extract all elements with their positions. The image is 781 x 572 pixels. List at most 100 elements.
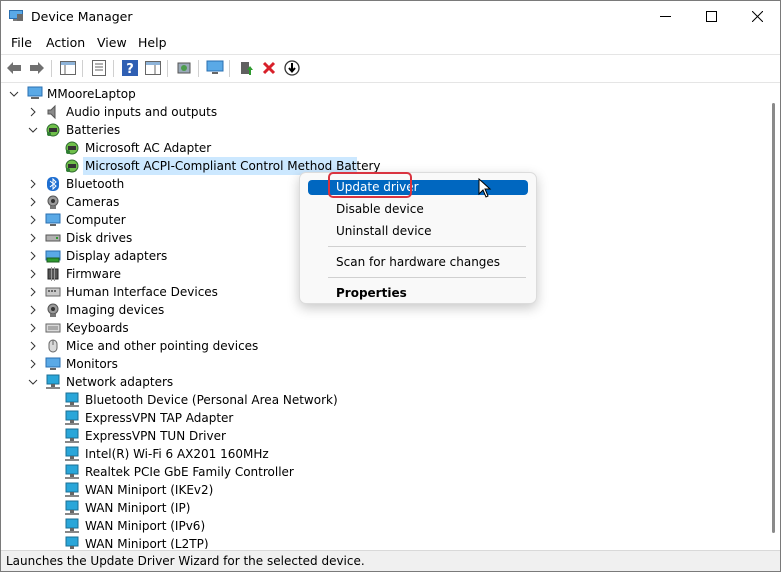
tree-device-label[interactable]: WAN Miniport (IP) bbox=[85, 499, 190, 517]
scan-hardware-icon bbox=[177, 62, 191, 74]
tree-category-label[interactable]: Disk drives bbox=[66, 229, 132, 247]
enable-device-toolbar-button[interactable] bbox=[283, 59, 301, 77]
toolbar-separator bbox=[229, 60, 230, 77]
title-bar: Device Manager bbox=[1, 1, 780, 32]
menu-view[interactable]: View bbox=[97, 35, 127, 50]
network-icon bbox=[65, 428, 79, 443]
expand-chevron[interactable] bbox=[28, 107, 38, 117]
chevron-right-icon bbox=[30, 215, 36, 225]
tree-category-label[interactable]: Network adapters bbox=[66, 373, 173, 391]
help-toolbar-button[interactable]: ? bbox=[121, 59, 139, 77]
camera-icon bbox=[47, 303, 59, 317]
close-icon bbox=[751, 11, 763, 22]
tree-category-label[interactable]: Human Interface Devices bbox=[66, 283, 218, 301]
scan-toolbar-button[interactable] bbox=[175, 59, 193, 77]
network-icon bbox=[65, 392, 79, 407]
tree-device-label[interactable]: ExpressVPN TAP Adapter bbox=[85, 409, 233, 427]
console-tree-icon bbox=[60, 61, 76, 75]
context-disable-device[interactable]: Disable device bbox=[308, 200, 528, 220]
menu-file[interactable]: File bbox=[11, 35, 32, 50]
network-icon bbox=[65, 536, 79, 549]
menu-help[interactable]: Help bbox=[138, 35, 167, 50]
chevron-right-icon bbox=[30, 323, 36, 333]
tree-root-label[interactable]: MMooreLaptop bbox=[47, 85, 136, 103]
battery-icon bbox=[46, 123, 60, 137]
tree-device-label[interactable]: WAN Miniport (IPv6) bbox=[85, 517, 205, 535]
forward-button[interactable] bbox=[28, 59, 46, 77]
status-bar: Launches the Update Driver Wizard for th… bbox=[1, 550, 780, 571]
context-scan-hardware[interactable]: Scan for hardware changes bbox=[308, 253, 528, 273]
battery-icon bbox=[65, 159, 79, 173]
device-tree[interactable]: MMooreLaptop Audio inputs and outputs Bat… bbox=[1, 83, 767, 549]
expand-chevron[interactable] bbox=[28, 215, 38, 225]
expand-chevron[interactable] bbox=[28, 233, 38, 243]
chevron-right-icon bbox=[30, 233, 36, 243]
tree-device-label[interactable]: WAN Miniport (L2TP) bbox=[85, 535, 209, 549]
toolbar: ? bbox=[1, 54, 780, 83]
arrow-right-icon bbox=[30, 62, 44, 74]
network-icon bbox=[46, 374, 60, 389]
context-disable-device-label: Disable device bbox=[336, 202, 424, 216]
expand-chevron[interactable] bbox=[28, 341, 38, 351]
status-text: Launches the Update Driver Wizard for th… bbox=[6, 554, 365, 568]
expand-chevron[interactable] bbox=[28, 179, 38, 189]
back-button[interactable] bbox=[5, 59, 23, 77]
properties-icon bbox=[92, 60, 106, 76]
tree-category-label[interactable]: Computer bbox=[66, 211, 126, 229]
maximize-button[interactable] bbox=[688, 1, 734, 32]
tree-device-label[interactable]: WAN Miniport (IKEv2) bbox=[85, 481, 213, 499]
tree-device-label[interactable]: ExpressVPN TUN Driver bbox=[85, 427, 226, 445]
collapse-chevron[interactable] bbox=[28, 125, 38, 135]
action-pane-icon bbox=[145, 61, 161, 75]
update-driver-toolbar-button[interactable] bbox=[237, 59, 255, 77]
expand-chevron[interactable] bbox=[28, 359, 38, 369]
vertical-scrollbar[interactable] bbox=[767, 83, 780, 549]
expand-chevron[interactable] bbox=[28, 269, 38, 279]
tree-category-label[interactable]: Mice and other pointing devices bbox=[66, 337, 258, 355]
chevron-down-icon bbox=[28, 379, 38, 385]
tree-category-label[interactable]: Cameras bbox=[66, 193, 119, 211]
down-arrow-circle-icon bbox=[284, 60, 300, 76]
context-uninstall-device[interactable]: Uninstall device bbox=[308, 222, 528, 242]
toolbar-separator bbox=[198, 60, 199, 77]
tree-device-label[interactable]: Bluetooth Device (Personal Area Network) bbox=[85, 391, 338, 409]
tree-category-label[interactable]: Bluetooth bbox=[66, 175, 124, 193]
svg-text:?: ? bbox=[126, 62, 134, 76]
monitor-icon bbox=[45, 213, 61, 226]
tree-device-label[interactable]: Intel(R) Wi-Fi 6 AX201 160MHz bbox=[85, 445, 269, 463]
properties-toolbar-button[interactable] bbox=[90, 59, 108, 77]
network-icon bbox=[65, 410, 79, 425]
action-pane-button[interactable] bbox=[144, 59, 162, 77]
tree-device-label[interactable]: Realtek PCIe GbE Family Controller bbox=[85, 463, 294, 481]
expand-chevron[interactable] bbox=[28, 197, 38, 207]
show-hide-console-tree-button[interactable] bbox=[59, 59, 77, 77]
tree-category-label[interactable]: Imaging devices bbox=[66, 301, 164, 319]
context-properties[interactable]: Properties bbox=[308, 284, 528, 304]
scrollbar-thumb[interactable] bbox=[772, 103, 775, 533]
tree-category-label[interactable]: Keyboards bbox=[66, 319, 129, 337]
tree-category-label[interactable]: Batteries bbox=[66, 121, 120, 139]
collapse-chevron[interactable] bbox=[28, 377, 38, 387]
menu-action[interactable]: Action bbox=[46, 35, 85, 50]
expand-chevron[interactable] bbox=[28, 251, 38, 261]
tree-device-label[interactable]: Microsoft AC Adapter bbox=[85, 139, 211, 157]
chevron-right-icon bbox=[30, 305, 36, 315]
minimize-icon bbox=[659, 16, 671, 17]
tree-category-label[interactable]: Firmware bbox=[66, 265, 121, 283]
uninstall-toolbar-button[interactable] bbox=[260, 59, 278, 77]
expand-chevron[interactable] bbox=[28, 287, 38, 297]
expand-chevron[interactable] bbox=[28, 305, 38, 315]
chevron-right-icon bbox=[30, 287, 36, 297]
maximize-icon bbox=[705, 11, 717, 22]
tree-category-label[interactable]: Monitors bbox=[66, 355, 118, 373]
monitor-toolbar-button[interactable] bbox=[206, 59, 224, 77]
tree-category-label[interactable]: Display adapters bbox=[66, 247, 167, 265]
context-scan-hardware-label: Scan for hardware changes bbox=[336, 255, 501, 269]
close-button[interactable] bbox=[734, 1, 780, 32]
arrow-left-icon bbox=[7, 62, 21, 74]
collapse-chevron[interactable] bbox=[9, 89, 19, 99]
tree-category-label[interactable]: Audio inputs and outputs bbox=[66, 103, 217, 121]
minimize-button[interactable] bbox=[642, 1, 688, 32]
expand-chevron[interactable] bbox=[28, 323, 38, 333]
monitor-icon bbox=[206, 60, 224, 74]
